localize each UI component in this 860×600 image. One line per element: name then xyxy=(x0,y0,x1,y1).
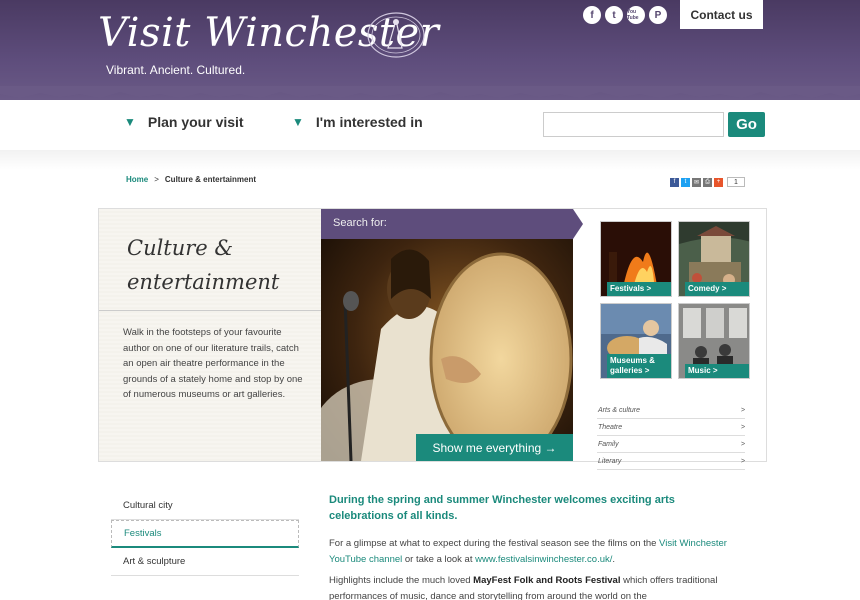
share-count: 1 xyxy=(727,177,745,187)
facebook-icon[interactable]: f xyxy=(583,6,601,24)
search-input[interactable] xyxy=(543,112,724,137)
drummer-photo xyxy=(321,209,573,461)
breadcrumb-home[interactable]: Home xyxy=(126,175,148,184)
list-item-label: Family xyxy=(598,440,619,448)
breadcrumb-separator: > xyxy=(154,175,159,184)
search-go-button[interactable]: Go xyxy=(728,112,765,137)
content-lead: During the spring and summer Winchester … xyxy=(329,494,675,522)
chevron-right-icon: > xyxy=(740,423,745,431)
sidebar-item-festivals[interactable]: Festivals xyxy=(111,520,299,548)
list-item-label: Theatre xyxy=(598,423,623,431)
list-item-theatre[interactable]: Theatre > xyxy=(597,419,745,436)
site-tagline: Vibrant. Ancient. Cultured. xyxy=(106,63,246,77)
logo-emblem-icon xyxy=(367,12,425,58)
tile-festivals-label: Festivals > xyxy=(607,282,671,296)
email-share-icon[interactable]: ✉ xyxy=(692,177,701,187)
tile-comedy-label: Comedy > xyxy=(685,282,749,296)
twitter-icon[interactable]: t xyxy=(605,6,623,24)
twitter-share-icon[interactable]: t xyxy=(681,177,690,187)
main-content: During the spring and summer Winchester … xyxy=(329,492,729,600)
site-header: Visit Winchester Vibrant. Ancient. Cultu… xyxy=(0,0,860,100)
mayfest-highlight: MayFest Folk and Roots Festival xyxy=(473,575,621,586)
breadcrumb: Home > Culture & entertainment xyxy=(126,175,256,184)
social-links: f t You Tube P xyxy=(583,6,667,24)
paragraph-text: or take a look at xyxy=(402,553,476,565)
pinterest-icon[interactable]: P xyxy=(649,6,667,24)
content-paragraph: For a glimpse at what to expect during t… xyxy=(329,536,729,567)
divider xyxy=(99,310,321,311)
feature-panel: Culture & entertainment Walk in the foot… xyxy=(98,208,767,470)
sidebar-item-art-sculpture[interactable]: Art & sculpture xyxy=(111,548,299,576)
print-share-icon[interactable]: ⎙ xyxy=(703,177,712,187)
chevron-right-icon: > xyxy=(740,440,745,448)
feature-photo: Show me everything → xyxy=(321,209,573,461)
list-item-arts-culture[interactable]: Arts & culture > xyxy=(597,402,745,419)
sidebar-nav: Cultural city Festivals Art & sculpture xyxy=(111,492,299,576)
breadcrumb-current: Culture & entertainment xyxy=(164,175,257,184)
more-share-icon[interactable]: + xyxy=(714,177,723,187)
triangle-down-icon: ▼ xyxy=(124,115,136,129)
intro-text: Walk in the footsteps of your favourite … xyxy=(123,327,303,401)
triangle-down-icon: ▼ xyxy=(292,115,304,129)
chevron-right-icon: > xyxy=(740,457,745,465)
content-paragraph: Highlights include the much loved MayFes… xyxy=(329,573,729,600)
search-for-label: Search for: xyxy=(333,217,387,229)
youtube-icon[interactable]: You Tube xyxy=(627,6,645,24)
category-list: Arts & culture > Theatre > Family > Lite… xyxy=(597,402,745,470)
facebook-share-icon[interactable]: f xyxy=(670,177,679,187)
tile-music-label: Music > xyxy=(685,364,749,378)
nav-shadow-band xyxy=(0,150,860,170)
list-item-family[interactable]: Family > xyxy=(597,436,745,453)
main-nav: ▼ Plan your visit ▼ I'm interested in Go xyxy=(0,100,860,150)
tile-music[interactable]: Music > xyxy=(678,303,750,379)
intro-box: Culture & entertainment Walk in the foot… xyxy=(99,209,321,461)
tile-museums-label: Museums & galleries > xyxy=(607,354,671,378)
nav-plan-label: Plan your visit xyxy=(147,114,244,130)
show-everything-button[interactable]: Show me everything → xyxy=(416,434,573,461)
contact-button[interactable]: Contact us xyxy=(680,0,763,29)
sidebar-item-cultural-city[interactable]: Cultural city xyxy=(111,492,299,520)
nav-plan-your-visit[interactable]: ▼ Plan your visit xyxy=(124,114,244,130)
chevron-right-icon: > xyxy=(740,406,745,414)
paragraph-text: For a glimpse at what to expect during t… xyxy=(329,538,660,549)
nav-interested-in[interactable]: ▼ I'm interested in xyxy=(292,114,423,130)
tile-comedy[interactable]: Comedy > xyxy=(678,221,750,297)
nav-interest-label: I'm interested in xyxy=(315,114,423,130)
paragraph-text: Highlights include the much loved xyxy=(329,575,474,586)
tile-festivals[interactable]: Festivals > xyxy=(600,221,672,297)
tile-museums-galleries[interactable]: Museums & galleries > xyxy=(600,303,672,379)
list-item-literary[interactable]: Literary > xyxy=(597,453,745,470)
share-bar: f t ✉ ⎙ + 1 xyxy=(670,177,745,187)
paragraph-text: . xyxy=(612,553,616,565)
list-item-label: Literary xyxy=(598,457,622,465)
page-title: Culture & entertainment xyxy=(127,236,280,294)
festivals-site-link[interactable]: www.festivalsinwinchester.co.uk/ xyxy=(475,554,612,565)
list-item-label: Arts & culture xyxy=(598,406,641,414)
